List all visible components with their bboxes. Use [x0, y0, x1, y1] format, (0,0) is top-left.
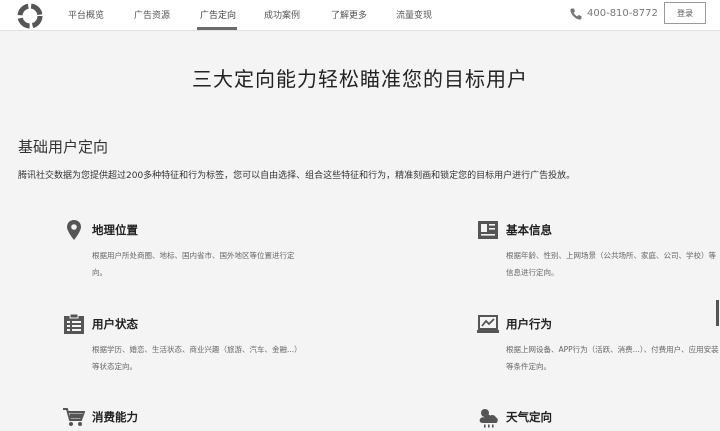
hero-title: 三大定向能力轻松瞄准您的目标用户: [192, 67, 528, 91]
location-pin-icon: [67, 220, 81, 240]
feature-title: 消费能力: [92, 410, 138, 424]
top-nav: 平台概览 广告资源 广告定向 成功案例 了解更多 流量变现 400-810-87…: [0, 0, 720, 31]
nav-item-overview[interactable]: 平台概览: [68, 8, 104, 21]
feature-title: 天气定向: [506, 410, 552, 424]
logo-icon[interactable]: [16, 2, 44, 30]
nav-item-success-cases[interactable]: 成功案例: [264, 8, 300, 21]
nav-item-learn-more[interactable]: 了解更多: [331, 8, 367, 21]
section-title: 基础用户定向: [18, 138, 109, 156]
feature-weather: 天气定向: [477, 406, 717, 431]
feature-user-behavior: 用户行为 根据上网设备、APP行为（活跃、消费...）、付费用户、应用安装等条件…: [477, 313, 719, 383]
feature-description: 根据上网设备、APP行为（活跃、消费...）、付费用户、应用安装等条件定向。: [506, 345, 719, 371]
phone-number: 400-810-8772: [587, 8, 658, 19]
nav-item-ad-resources[interactable]: 广告资源: [134, 8, 170, 21]
feature-description: 根据用户所处商圈、地标、国内省市、国外地区等位置进行定向。: [92, 251, 295, 277]
feature-description: 根据年龄、性别、上网场景（公共场所、家庭、公司、学校）等信息进行定向。: [506, 251, 716, 277]
weather-icon: [479, 409, 498, 428]
active-tab-indicator: [197, 27, 237, 30]
device-behavior-icon: [477, 315, 499, 333]
login-button[interactable]: 登录: [664, 2, 706, 24]
feature-title: 用户状态: [92, 317, 138, 331]
scrollbar-thumb[interactable]: [716, 300, 719, 326]
feature-user-status: 用户状态 根据学历、婚恋、生活状态、商业兴趣（旅游、汽车、金融...）等状态定向…: [63, 313, 323, 383]
profile-card-icon: [478, 221, 498, 239]
feature-spending-power: 消费能力: [63, 406, 323, 431]
feature-title: 用户行为: [506, 317, 552, 331]
nav-item-monetization[interactable]: 流量变现: [396, 8, 432, 21]
feature-basic-info: 基本信息 根据年龄、性别、上网场景（公共场所、家庭、公司、学校）等信息进行定向。: [477, 219, 717, 289]
status-list-icon: [64, 313, 84, 334]
feature-title: 基本信息: [506, 223, 552, 237]
feature-geo-location: 地理位置 根据用户所处商圈、地标、国内省市、国外地区等位置进行定向。: [63, 219, 323, 289]
phone-icon: [570, 8, 582, 20]
nav-item-ad-targeting[interactable]: 广告定向: [200, 8, 236, 21]
shopping-cart-icon: [63, 408, 85, 426]
section-description: 腾讯社交数据为您提供超过200多种特征和行为标签，您可以自由选择、组合这些特征和…: [18, 171, 576, 181]
feature-title: 地理位置: [92, 223, 138, 237]
feature-description: 根据学历、婚恋、生活状态、商业兴趣（旅游、汽车、金融...）等状态定向。: [92, 345, 302, 371]
